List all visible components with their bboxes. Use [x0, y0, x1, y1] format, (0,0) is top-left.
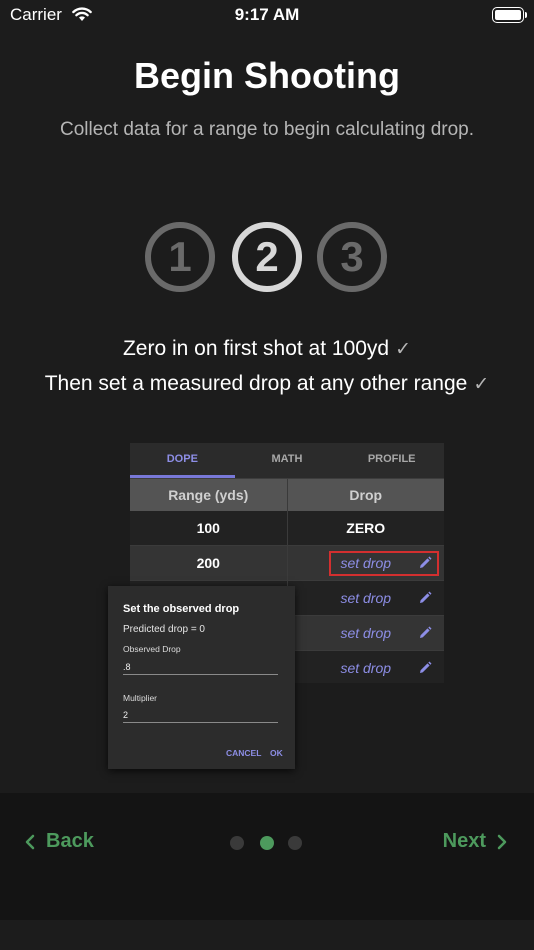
- battery-icon: [492, 7, 527, 23]
- set-drop-link: set drop: [340, 660, 392, 676]
- checkmark-icon: ✓: [395, 339, 412, 360]
- drop-cell: set drop: [288, 651, 445, 683]
- status-bar: Carrier 9:17 AM: [0, 0, 534, 34]
- tab-profile: PROFILE: [367, 453, 416, 465]
- page-dot: [230, 836, 244, 850]
- drop-cell: set drop: [288, 581, 445, 615]
- checklist-item-drop: Then set a measured drop at any other ra…: [0, 372, 534, 396]
- pencil-icon: [420, 591, 432, 603]
- tab-dope: DOPE: [130, 443, 235, 478]
- drop-cell: set drop: [288, 546, 445, 580]
- bottom-navigation: Back Next: [0, 793, 534, 920]
- next-label: Next: [442, 830, 486, 852]
- checklist-item-zero: Zero in on first shot at 100yd ✓: [0, 337, 534, 361]
- back-button[interactable]: Back: [24, 830, 94, 853]
- pencil-icon: [420, 626, 432, 638]
- dialog-ok-button: OK: [270, 748, 283, 758]
- table-row: 200 set drop: [130, 546, 444, 581]
- dialog-title: Set the observed drop: [123, 603, 240, 615]
- table-header: Range (yds) Drop: [130, 479, 444, 511]
- page-dot: [288, 836, 302, 850]
- drop-cell: ZERO: [346, 520, 386, 536]
- observed-drop-dialog: Set the observed drop Predicted drop = 0…: [108, 586, 295, 769]
- page-indicator: [230, 835, 306, 851]
- page-subtitle: Collect data for a range to begin calcul…: [59, 119, 475, 140]
- next-button[interactable]: Next: [443, 830, 508, 853]
- tab-math: MATH: [271, 453, 303, 465]
- highlight-box: [328, 551, 439, 576]
- chevron-left-icon: [25, 834, 35, 849]
- pencil-icon: [420, 661, 432, 673]
- set-drop-link: set drop: [340, 590, 392, 606]
- chevron-right-icon: [497, 834, 507, 849]
- observed-drop-label: Observed Drop: [123, 644, 181, 654]
- step-1-icon: 1: [145, 222, 215, 292]
- step-indicator: 1 2 3: [145, 222, 391, 292]
- checklist-item-label: Zero in on first shot at 100yd: [122, 337, 390, 360]
- illustration-tab-bar: DOPE MATH PROFILE: [130, 443, 444, 479]
- page-title: Begin Shooting: [134, 55, 400, 96]
- observed-drop-field: .8: [123, 659, 278, 675]
- clock: 9:17 AM: [234, 5, 300, 24]
- column-header-drop: Drop: [349, 487, 383, 503]
- range-cell: 200: [130, 546, 288, 580]
- predicted-drop-text: Predicted drop = 0: [123, 624, 205, 635]
- checklist-item-label: Then set a measured drop at any other ra…: [44, 372, 468, 395]
- dialog-cancel-button: CANCEL: [226, 748, 262, 758]
- set-drop-link: set drop: [340, 625, 392, 641]
- step-3-icon: 3: [317, 222, 387, 292]
- step-2-icon: 2: [232, 222, 302, 292]
- back-label: Back: [46, 830, 94, 852]
- multiplier-label: Multiplier: [123, 693, 158, 703]
- column-header-range: Range (yds): [130, 479, 288, 511]
- drop-cell: set drop: [288, 616, 445, 650]
- page-dot-active: [260, 836, 274, 850]
- table-row: 100 ZERO: [130, 511, 444, 546]
- range-cell: 100: [130, 511, 288, 545]
- multiplier-field: 2: [123, 707, 278, 723]
- checkmark-icon: ✓: [473, 374, 490, 395]
